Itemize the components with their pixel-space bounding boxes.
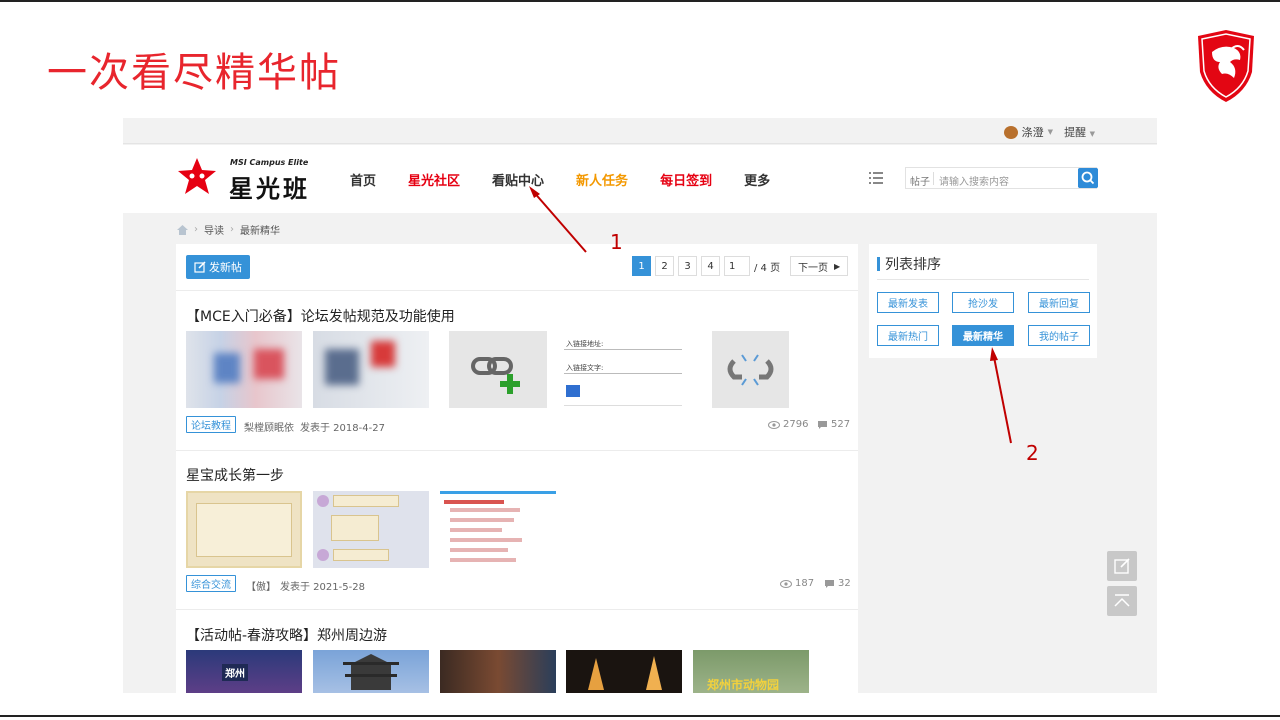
slide-bottom-border xyxy=(0,715,1280,717)
annotation-arrows xyxy=(529,186,1012,444)
annotation-label-2: 2 xyxy=(1026,441,1039,465)
annotation-label-1: 1 xyxy=(610,230,623,254)
